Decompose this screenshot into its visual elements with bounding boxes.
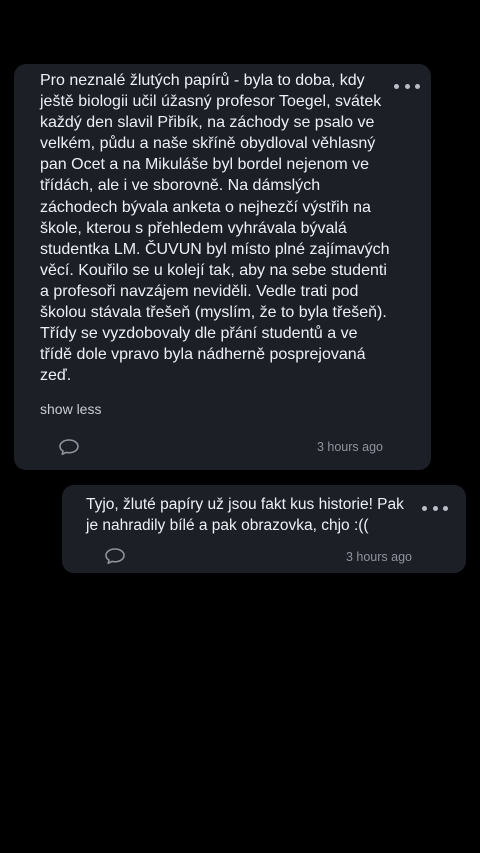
more-horizontal-icon-dot bbox=[432, 505, 438, 511]
comment-card: Pro neznalé žlutých papírů - byla to dob… bbox=[14, 64, 431, 470]
comment-timestamp: 3 hours ago bbox=[316, 440, 383, 454]
speech-bubble-icon bbox=[105, 548, 125, 565]
more-horizontal-icon-dot bbox=[404, 83, 410, 89]
reply-text: Tyjo, žluté papíry už jsou fakt kus hist… bbox=[86, 496, 404, 534]
more-options-button[interactable] bbox=[394, 79, 420, 93]
more-horizontal-icon bbox=[422, 505, 427, 511]
speech-bubble-icon bbox=[59, 439, 79, 456]
show-less-link[interactable]: show less bbox=[40, 401, 101, 417]
reply-timestamp: 3 hours ago bbox=[345, 550, 412, 564]
more-options-button[interactable] bbox=[422, 501, 448, 515]
more-horizontal-icon-dot bbox=[415, 83, 420, 89]
more-horizontal-icon bbox=[394, 83, 399, 89]
reply-button[interactable] bbox=[58, 438, 80, 456]
more-horizontal-icon-dot bbox=[443, 505, 448, 511]
reply-card: Tyjo, žluté papíry už jsou fakt kus hist… bbox=[62, 485, 466, 573]
reply-button[interactable] bbox=[104, 547, 126, 565]
comment-text: Pro neznalé žlutých papírů - byla to dob… bbox=[40, 72, 390, 385]
